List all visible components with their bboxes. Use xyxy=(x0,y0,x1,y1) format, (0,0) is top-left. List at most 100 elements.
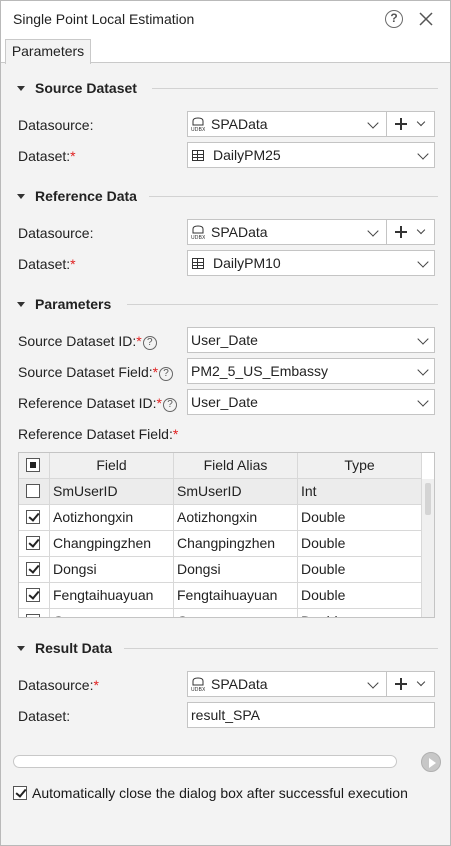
add-datasource-button[interactable] xyxy=(386,112,434,136)
chevron-down-icon xyxy=(417,256,429,268)
grid-header-row: Field Field Alias Type xyxy=(19,453,422,479)
cell-field[interactable]: SmUserID xyxy=(50,479,174,505)
add-datasource-button[interactable] xyxy=(386,220,434,244)
reference-datasource-value: SPAData xyxy=(211,224,268,240)
help-icon[interactable]: ? xyxy=(142,336,157,350)
chevron-down-icon xyxy=(417,333,429,345)
row-checkbox[interactable] xyxy=(26,536,40,550)
reference-dataset-value: DailyPM10 xyxy=(213,255,281,271)
table-row[interactable]: Aotizhongxin Aotizhongxin Double xyxy=(19,505,422,531)
cell-type[interactable]: Double xyxy=(298,505,422,531)
row-check-cell xyxy=(19,531,50,557)
svg-text:UDBX: UDBX xyxy=(191,235,205,240)
source-id-select[interactable]: User_Date xyxy=(187,327,435,353)
source-datasource-label: Datasource: xyxy=(18,117,94,133)
row-checkbox[interactable] xyxy=(26,614,40,617)
run-button[interactable] xyxy=(421,752,441,772)
help-icon[interactable]: ? xyxy=(162,398,177,412)
section-divider xyxy=(152,88,438,89)
cell-field[interactable]: Guanyuan xyxy=(50,609,174,617)
collapse-caret-icon xyxy=(17,645,25,651)
help-icon[interactable]: ? xyxy=(385,10,403,28)
cell-type[interactable]: Double xyxy=(298,531,422,557)
add-datasource-button[interactable] xyxy=(386,672,434,696)
section-parameters-title: Parameters xyxy=(35,296,112,312)
svg-text:UDBX: UDBX xyxy=(191,127,205,132)
table-row[interactable]: Fengtaihuayuan Fengtaihuayuan Double xyxy=(19,583,422,609)
table-dataset-icon xyxy=(192,149,204,161)
select-all-checkbox[interactable] xyxy=(26,458,40,472)
section-divider xyxy=(127,304,438,305)
svg-text:UDBX: UDBX xyxy=(191,687,205,692)
source-id-value: User_Date xyxy=(191,332,258,348)
source-dataset-label: Dataset:* xyxy=(18,148,76,164)
table-row[interactable]: Dongsi Dongsi Double xyxy=(19,557,422,583)
grid-vertical-scrollbar[interactable] xyxy=(422,479,434,617)
row-check-cell xyxy=(19,557,50,583)
reference-field-label: Reference Dataset Field:* xyxy=(18,426,179,442)
chevron-down-icon xyxy=(367,677,379,689)
chevron-down-icon xyxy=(416,117,426,127)
row-checkbox[interactable] xyxy=(26,484,40,498)
collapse-caret-icon xyxy=(17,193,25,199)
scrollbar-thumb[interactable] xyxy=(425,483,431,515)
table-row[interactable]: Changpingzhen Changpingzhen Double xyxy=(19,531,422,557)
column-header-alias[interactable]: Field Alias xyxy=(174,453,298,479)
cell-alias[interactable]: Fengtaihuayuan xyxy=(174,583,298,609)
result-dataset-value: result_SPA xyxy=(191,707,260,723)
result-datasource-select[interactable]: UDBX SPAData xyxy=(187,671,435,697)
row-check-cell xyxy=(19,583,50,609)
cell-field[interactable]: Changpingzhen xyxy=(50,531,174,557)
reference-dataset-select[interactable]: DailyPM10 xyxy=(187,250,435,276)
autoclose-option[interactable]: Automatically close the dialog box after… xyxy=(13,785,408,801)
autoclose-label: Automatically close the dialog box after… xyxy=(32,785,408,801)
section-source-dataset[interactable]: Source Dataset xyxy=(17,79,137,97)
section-reference-title: Reference Data xyxy=(35,188,137,204)
cell-field[interactable]: Fengtaihuayuan xyxy=(50,583,174,609)
source-datasource-select[interactable]: UDBX SPAData xyxy=(187,111,435,137)
column-header-type[interactable]: Type xyxy=(298,453,422,479)
reference-id-select[interactable]: User_Date xyxy=(187,389,435,415)
title-bar: Single Point Local Estimation ? xyxy=(1,1,450,37)
section-parameters[interactable]: Parameters xyxy=(17,295,111,313)
cell-alias[interactable]: Dongsi xyxy=(174,557,298,583)
table-row[interactable]: GuanyuanGuanyuanDouble xyxy=(19,609,422,617)
autoclose-checkbox[interactable] xyxy=(13,786,27,800)
source-field-label: Source Dataset Field:*? xyxy=(18,364,174,381)
section-reference-data[interactable]: Reference Data xyxy=(17,187,137,205)
cell-alias[interactable]: Aotizhongxin xyxy=(174,505,298,531)
cell-type[interactable]: Double xyxy=(298,583,422,609)
cell-field[interactable]: Dongsi xyxy=(50,557,174,583)
row-checkbox[interactable] xyxy=(26,510,40,524)
section-result-title: Result Data xyxy=(35,640,113,656)
cell-type[interactable]: Double xyxy=(298,609,422,617)
source-field-value: PM2_5_US_Embassy xyxy=(191,363,328,379)
cell-alias[interactable]: SmUserID xyxy=(174,479,298,505)
result-datasource-value: SPAData xyxy=(211,676,268,692)
cell-type[interactable]: Int xyxy=(298,479,422,505)
chevron-down-icon xyxy=(367,225,379,237)
row-checkbox[interactable] xyxy=(26,588,40,602)
cell-field[interactable]: Aotizhongxin xyxy=(50,505,174,531)
source-field-select[interactable]: PM2_5_US_Embassy xyxy=(187,358,435,384)
source-dataset-select[interactable]: DailyPM25 xyxy=(187,142,435,168)
table-dataset-icon xyxy=(192,257,204,269)
section-result-data[interactable]: Result Data xyxy=(17,639,112,657)
result-dataset-input[interactable]: result_SPA xyxy=(187,702,435,728)
progress-bar xyxy=(13,755,397,768)
cell-type[interactable]: Double xyxy=(298,557,422,583)
cell-alias[interactable]: Changpingzhen xyxy=(174,531,298,557)
row-checkbox[interactable] xyxy=(26,562,40,576)
help-icon[interactable]: ? xyxy=(159,367,174,381)
source-datasource-value: SPAData xyxy=(211,116,268,132)
chevron-down-icon xyxy=(416,677,426,687)
table-row[interactable]: SmUserID SmUserID Int xyxy=(19,479,422,505)
chevron-down-icon xyxy=(417,395,429,407)
cell-alias[interactable]: Guanyuan xyxy=(174,609,298,617)
close-icon[interactable] xyxy=(417,10,435,28)
tab-parameters[interactable]: Parameters xyxy=(5,39,91,64)
reference-datasource-select[interactable]: UDBX SPAData xyxy=(187,219,435,245)
source-dataset-value: DailyPM25 xyxy=(213,147,281,163)
row-check-cell xyxy=(19,505,50,531)
column-header-field[interactable]: Field xyxy=(50,453,174,479)
